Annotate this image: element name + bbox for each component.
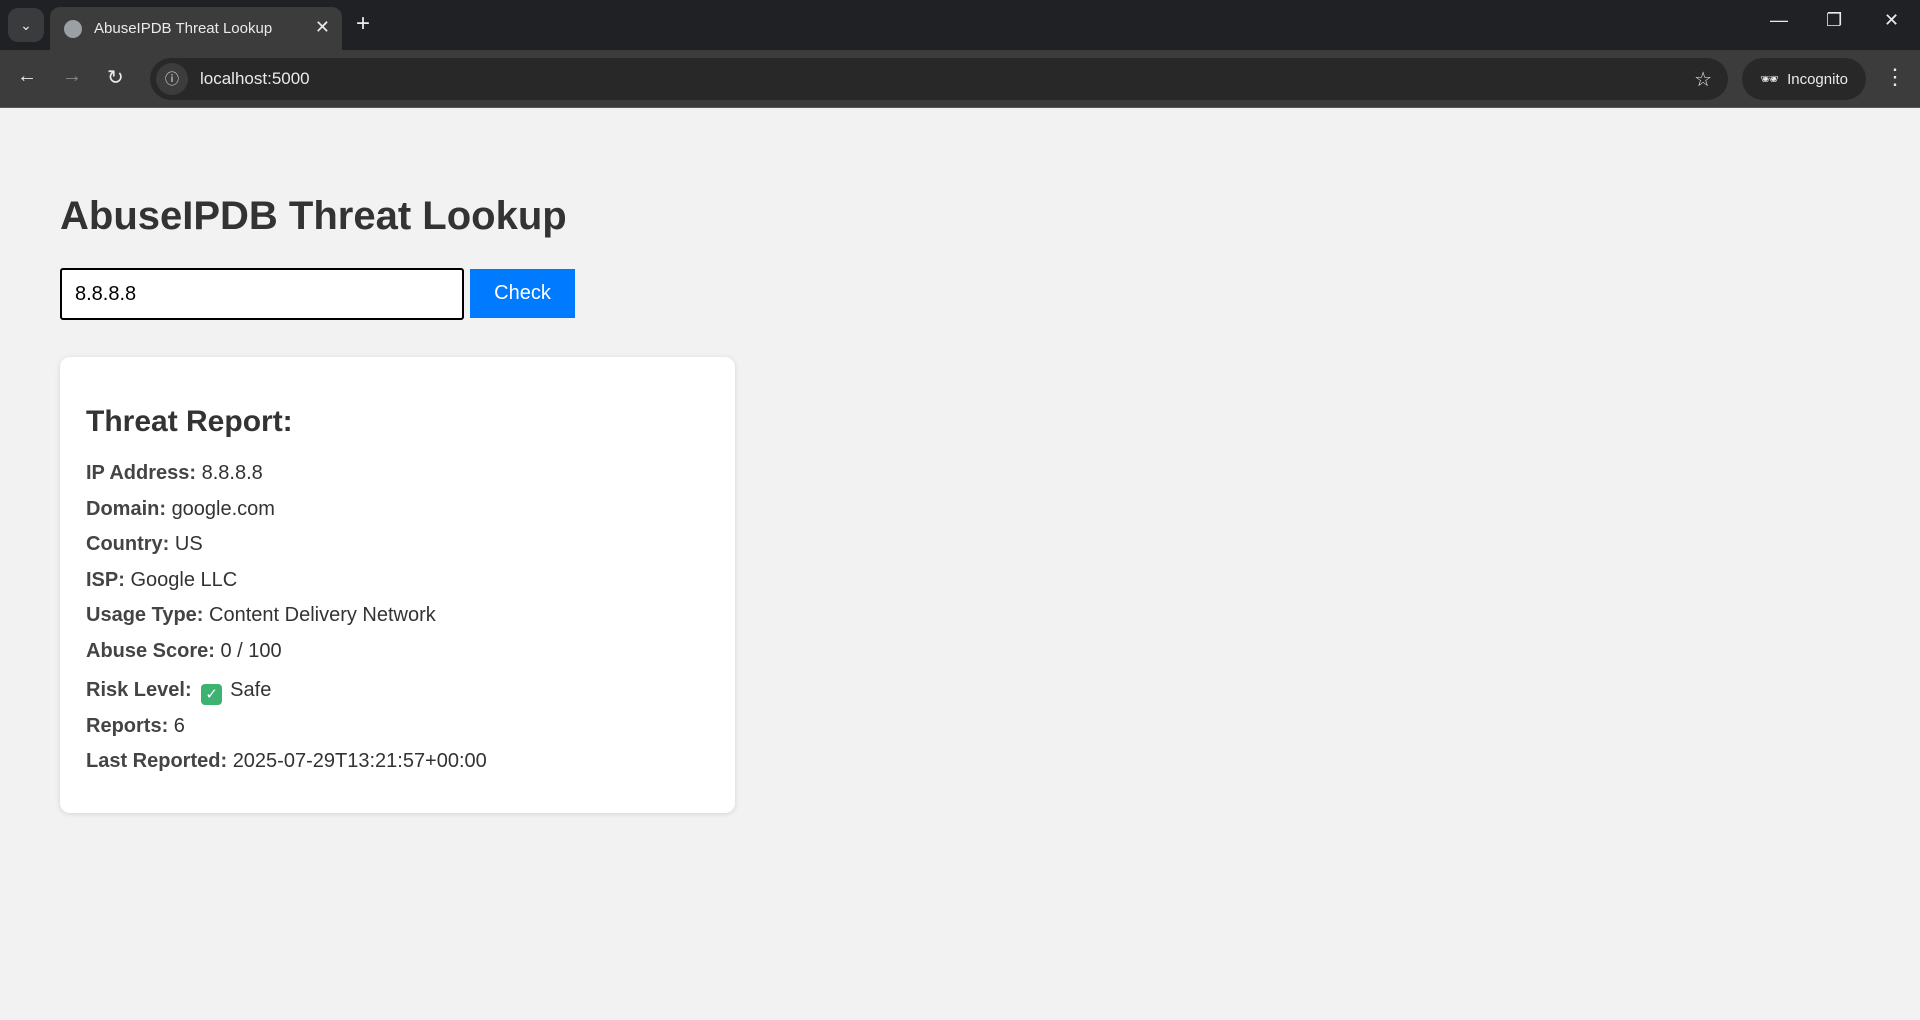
tab-strip: ⌄ AbuseIPDB Threat Lookup ✕ + — ❐ ✕ <box>0 0 1920 50</box>
globe-icon <box>64 19 82 38</box>
incognito-badge[interactable]: 🕶 Incognito <box>1742 58 1866 100</box>
report-row-domain: Domain: google.com <box>86 498 275 521</box>
tab-search-button[interactable]: ⌄ <box>8 8 44 42</box>
tab-title: AbuseIPDB Threat Lookup <box>94 20 273 37</box>
row-label: Domain: <box>86 498 166 520</box>
row-value: Google LLC <box>130 569 238 591</box>
row-value: US <box>174 533 203 555</box>
bookmark-star-icon[interactable]: ☆ <box>1694 67 1712 92</box>
row-value: 6 <box>173 715 185 737</box>
close-window-icon[interactable]: ✕ <box>1884 10 1899 31</box>
row-label: Usage Type: <box>86 604 204 626</box>
page-title: AbuseIPDB Threat Lookup <box>60 194 567 238</box>
restore-icon[interactable]: ❐ <box>1826 10 1842 31</box>
forward-icon[interactable]: → <box>62 65 82 88</box>
incognito-icon: 🕶 <box>1760 71 1780 88</box>
report-row-last-reported: Last Reported: 2025-07-29T13:21:57+00:00 <box>86 750 487 773</box>
row-value: Content Delivery Network <box>209 604 436 626</box>
report-row-ip: IP Address: 8.8.8.8 <box>86 462 263 485</box>
report-row-risk-level: Risk Level: ✓ Safe <box>86 679 271 705</box>
row-label: Country: <box>86 533 170 555</box>
browser-toolbar: ← → ↻ ⓘ localhost:5000 ☆ 🕶 Incognito ⋮ <box>0 50 1920 108</box>
close-tab-icon[interactable]: ✕ <box>315 17 330 38</box>
address-bar[interactable]: ⓘ localhost:5000 ☆ <box>150 58 1728 100</box>
threat-report-card: Threat Report: IP Address: 8.8.8.8 Domai… <box>60 357 735 813</box>
reload-icon[interactable]: ↻ <box>107 65 124 90</box>
row-label: Last Reported: <box>86 750 228 772</box>
ip-input[interactable] <box>60 268 464 320</box>
row-value: 2025-07-29T13:21:57+00:00 <box>232 750 487 772</box>
check-button[interactable]: Check <box>470 269 575 318</box>
check-mark-button-icon: ✓ <box>201 684 223 705</box>
row-value: 8.8.8.8 <box>201 462 263 484</box>
row-label: ISP: <box>86 569 125 591</box>
incognito-label: Incognito <box>1787 70 1848 88</box>
row-value: 0 / 100 <box>220 640 282 662</box>
row-label: Abuse Score: <box>86 640 215 662</box>
report-row-usage-type: Usage Type: Content Delivery Network <box>86 604 436 627</box>
row-label: Risk Level: <box>86 679 192 701</box>
url-text: localhost:5000 <box>200 69 310 88</box>
row-value: google.com <box>171 498 275 520</box>
tab-active[interactable]: AbuseIPDB Threat Lookup ✕ <box>50 7 342 50</box>
row-label: IP Address: <box>86 462 197 484</box>
back-icon[interactable]: ← <box>17 65 37 88</box>
report-row-abuse-score: Abuse Score: 0 / 100 <box>86 640 282 663</box>
new-tab-button[interactable]: + <box>356 10 370 38</box>
site-info-icon[interactable]: ⓘ <box>156 63 188 95</box>
report-row-isp: ISP: Google LLC <box>86 569 237 592</box>
report-row-reports: Reports: 6 <box>86 715 185 738</box>
row-value: Safe <box>230 679 272 701</box>
row-label: Reports: <box>86 715 169 737</box>
report-heading: Threat Report: <box>86 405 293 438</box>
more-menu-icon[interactable]: ⋮ <box>1884 64 1906 90</box>
minimize-icon[interactable]: — <box>1770 10 1788 31</box>
report-row-country: Country: US <box>86 533 203 556</box>
